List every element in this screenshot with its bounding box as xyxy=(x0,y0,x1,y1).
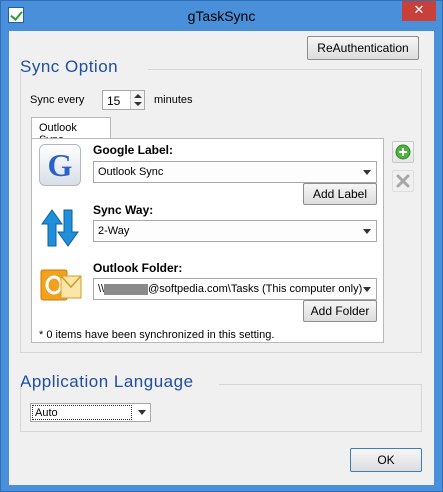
window-title: gTaskSync xyxy=(187,8,256,24)
tab-outlook-sync[interactable]: Outlook Sync xyxy=(31,117,111,146)
ok-button[interactable]: OK xyxy=(350,448,422,472)
app-window: gTaskSync ✕ ReAuthentication Sync Option… xyxy=(0,0,443,492)
reauthentication-button[interactable]: ReAuthentication xyxy=(307,36,419,60)
client-area: ReAuthentication Sync Option Sync every … xyxy=(9,31,434,485)
chevron-down-icon xyxy=(363,229,371,234)
svg-text:G: G xyxy=(48,147,73,183)
minutes-label: minutes xyxy=(154,94,193,106)
remove-setting-button[interactable] xyxy=(392,170,414,192)
outlook-folder-select[interactable]: \\ @softpedia.com\Tasks (This computer on… xyxy=(93,278,377,300)
sync-arrows-glyph xyxy=(41,209,79,247)
google-label-heading: Google Label: xyxy=(93,143,174,157)
add-folder-button[interactable]: Add Folder xyxy=(303,300,377,322)
sync-interval-stepper[interactable]: 15 xyxy=(102,90,145,110)
outlook-icon xyxy=(39,262,83,306)
outlook-folder-suffix: @softpedia.com\Tasks (This computer only… xyxy=(148,283,363,295)
add-setting-button[interactable] xyxy=(392,141,414,163)
sync-way-heading: Sync Way: xyxy=(93,203,154,217)
outlook-folder-heading: Outlook Folder: xyxy=(93,261,183,275)
stepper-down-icon[interactable] xyxy=(134,102,142,106)
google-label-select[interactable]: Outlook Sync xyxy=(93,161,377,183)
google-label-value: Outlook Sync xyxy=(98,166,164,178)
sync-every-label: Sync every xyxy=(30,94,85,106)
chevron-down-icon[interactable] xyxy=(134,404,150,421)
chevron-down-icon xyxy=(363,287,371,292)
outlook-glyph xyxy=(40,269,82,301)
plus-icon xyxy=(395,144,411,160)
close-button[interactable]: ✕ xyxy=(402,1,436,21)
chevron-down-icon xyxy=(363,170,371,175)
sync-way-select[interactable]: 2-Way xyxy=(93,220,377,242)
google-g-glyph: G xyxy=(48,147,73,183)
sync-interval-value: 15 xyxy=(107,94,121,108)
sync-arrows-icon xyxy=(39,207,81,249)
x-icon xyxy=(396,174,410,188)
sync-way-value: 2-Way xyxy=(98,225,130,237)
sync-status-text: * 0 items have been synchronized in this… xyxy=(39,329,275,341)
stepper-up-icon[interactable] xyxy=(134,94,142,98)
title-bar[interactable]: gTaskSync ✕ xyxy=(1,1,442,31)
language-value: Auto xyxy=(32,405,132,420)
redacted-text xyxy=(104,283,149,295)
add-label-button[interactable]: Add Label xyxy=(303,183,377,205)
language-select[interactable]: Auto xyxy=(30,403,151,422)
google-g-icon: G xyxy=(39,144,81,186)
stepper-arrows[interactable] xyxy=(130,91,144,109)
